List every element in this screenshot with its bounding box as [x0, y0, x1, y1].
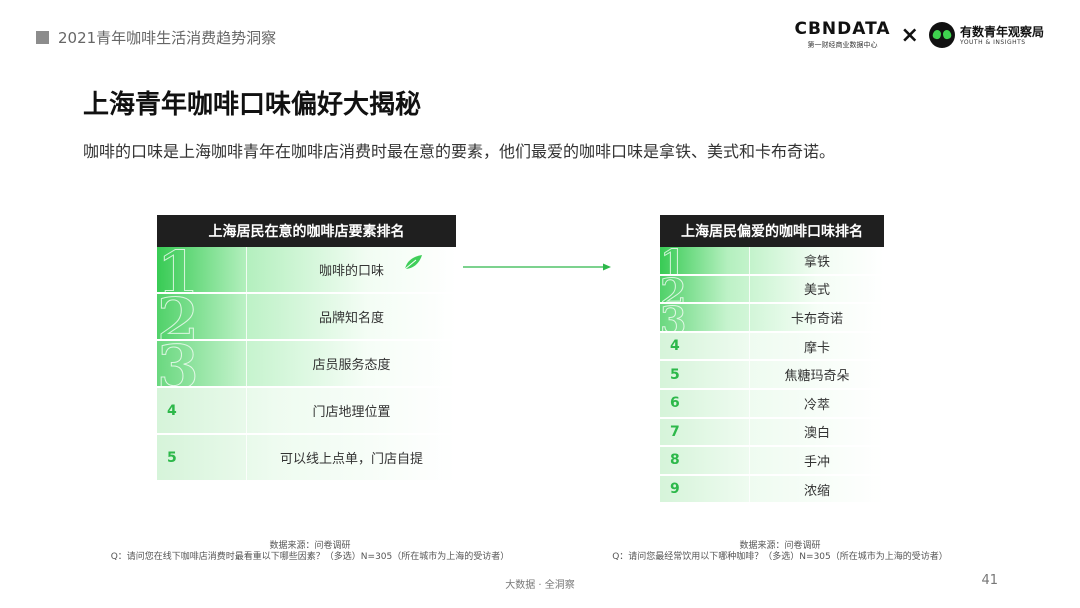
flavor-ranking-table: 上海居民偏爱的咖啡口味排名 1 拿铁 2 美式 3 卡布奇诺 4 摩卡 5 焦糖玛奇朵 6 冷萃 7 澳白… [660, 215, 884, 505]
table-row: 4 门店地理位置 [157, 388, 456, 435]
table-row: 8 手冲 [660, 447, 884, 476]
rank-cell: 7 [660, 418, 750, 446]
table-row: 6 冷萃 [660, 389, 884, 419]
partner-logo-text: 有数青年观察局 [959, 24, 1044, 39]
row-label: 品牌知名度 [318, 311, 384, 326]
left-question-text: Q：请问您在线下咖啡店消费时最看重以下哪些因素？（多选）N=305（所在城市为上… [110, 552, 510, 562]
alien-face-icon [928, 22, 955, 48]
right-source-note: 数据来源：问卷调研 Q：请问您最经常饮用以下哪种咖啡？（多选）N=305（所在城… [590, 541, 970, 563]
table-row: 3 卡布奇诺 [660, 304, 884, 333]
right-question-text: Q：请问您最经常饮用以下哪种咖啡？（多选）N=305（所在城市为上海的受访者） [612, 552, 948, 562]
row-label: 可以线上点单，门店自提 [279, 452, 423, 467]
rank-cell: 6 [660, 389, 750, 417]
rank-cell: 1 [157, 247, 247, 292]
table-row: 4 摩卡 [660, 332, 884, 362]
rank-number: 7 [670, 423, 680, 440]
page-number: 41 [981, 573, 998, 588]
table-row: 1 拿铁 [660, 247, 884, 276]
rank-cell: 5 [660, 361, 750, 388]
leaf-icon [404, 255, 422, 270]
rank-number: 1 [157, 247, 199, 292]
row-label: 浓缩 [803, 483, 830, 499]
logo-separator: × [900, 22, 919, 48]
rank-number: 3 [157, 341, 199, 386]
left-source-label: 数据来源：问卷调研 [269, 541, 351, 551]
rank-number: 5 [167, 449, 177, 466]
rank-number: 4 [167, 402, 177, 419]
rank-cell: 8 [660, 447, 750, 474]
rank-cell: 3 [660, 304, 750, 331]
row-label: 咖啡的口味 [318, 264, 384, 279]
factor-table-heading: 上海居民在意的咖啡店要素排名 [157, 215, 456, 247]
rank-cell: 5 [157, 435, 247, 480]
left-source-note: 数据来源：问卷调研 Q：请问您在线下咖啡店消费时最看重以下哪些因素？（多选）N=… [90, 541, 530, 563]
rank-cell: 4 [157, 388, 247, 433]
rank-number: 8 [670, 452, 680, 469]
cbndata-logo-text: CBNDATA [794, 19, 891, 39]
rank-number: 2 [157, 294, 199, 339]
row-label: 美式 [803, 283, 830, 299]
row-label: 门店地理位置 [312, 405, 391, 420]
rank-cell: 4 [660, 332, 750, 360]
table-row: 5 可以线上点单，门店自提 [157, 435, 456, 482]
table-row: 3 店员服务态度 [157, 341, 456, 388]
partner-logo: 有数青年观察局 YOUTH & INSIGHTS [960, 25, 1044, 46]
rank-number: 6 [670, 395, 680, 412]
logo-group: CBNDATA 第一财经商业数据中心 × 有数青年观察局 YOUTH & INS… [795, 20, 1045, 50]
rank-cell: 2 [660, 275, 750, 303]
table-row: 9 浓缩 [660, 475, 884, 505]
rank-number: 4 [670, 338, 680, 355]
right-source-label: 数据来源：问卷调研 [739, 541, 821, 551]
rank-number: 1 [660, 247, 687, 274]
rank-number: 2 [660, 275, 687, 303]
table-row: 5 焦糖玛奇朵 [660, 361, 884, 390]
row-label: 焦糖玛奇朵 [784, 369, 850, 385]
row-label: 冷萃 [803, 397, 830, 413]
cbndata-logo: CBNDATA 第一财经商业数据中心 [795, 20, 891, 50]
rank-cell: 3 [157, 341, 247, 386]
header-square-icon [36, 31, 49, 44]
partner-logo-subtext: YOUTH & INSIGHTS [959, 38, 1026, 46]
page-title: 上海青年咖啡口味偏好大揭秘 [83, 90, 422, 120]
row-label: 手冲 [803, 454, 830, 470]
report-title: 2021青年咖啡生活消费趋势洞察 [58, 29, 277, 47]
rank-number: 9 [670, 481, 680, 498]
cbndata-logo-subtext: 第一财经商业数据中心 [807, 41, 878, 49]
row-label: 卡布奇诺 [790, 311, 843, 327]
row-label: 摩卡 [803, 340, 830, 356]
footer-tagline: 大数据 · 全洞察 [505, 580, 575, 591]
rank-number: 3 [660, 304, 687, 331]
row-label: 拿铁 [803, 254, 830, 270]
page-subtitle: 咖啡的口味是上海咖啡青年在咖啡店消费时最在意的要素，他们最爱的咖啡口味是拿铁、美… [83, 142, 836, 161]
arrow-right-icon [463, 263, 611, 271]
rank-number: 5 [670, 366, 680, 383]
rank-cell: 9 [660, 475, 750, 503]
flavor-table-heading: 上海居民偏爱的咖啡口味排名 [660, 215, 884, 247]
table-row: 2 美式 [660, 275, 884, 305]
rank-cell: 1 [660, 247, 750, 274]
report-header: 2021青年咖啡生活消费趋势洞察 [36, 27, 276, 48]
rank-cell: 2 [157, 294, 247, 339]
table-row: 7 澳白 [660, 418, 884, 448]
table-row: 2 品牌知名度 [157, 294, 456, 341]
row-label: 店员服务态度 [312, 358, 391, 373]
row-label: 澳白 [803, 426, 830, 442]
